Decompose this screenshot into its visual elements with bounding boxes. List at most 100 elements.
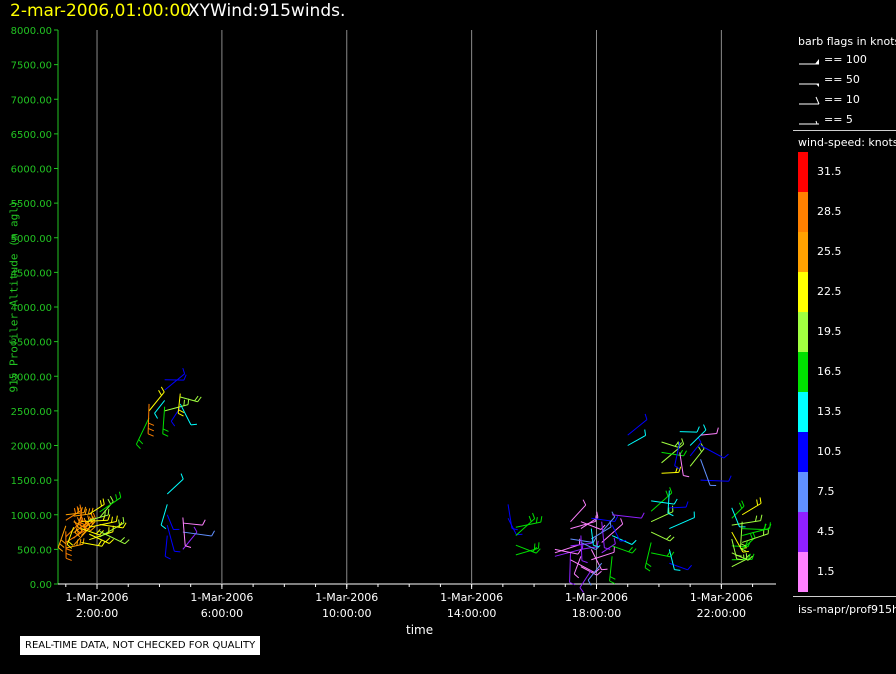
x-tick-label-time: 18:00:00 — [572, 607, 621, 620]
wind-barb-flag — [728, 475, 732, 482]
wind-barb-shaft — [135, 417, 150, 445]
wind-barb-flag — [177, 412, 184, 417]
wind-barb-shaft — [569, 552, 571, 583]
pennant-barb-icon — [799, 59, 819, 65]
wind-barb-shaft — [650, 531, 670, 542]
wind-barb-flag — [109, 495, 114, 502]
wind-barb-flag — [645, 562, 652, 567]
y-tick-label: 0.00 — [30, 580, 52, 591]
barb-legend-title: barb flags in knots — [798, 35, 896, 48]
x-tick-label-time: 10:00:00 — [322, 607, 371, 620]
barb-legend-50: == 50 — [793, 72, 896, 92]
legend-divider — [793, 130, 896, 131]
wind-barb-flag — [666, 534, 672, 540]
wind-barb-flag — [683, 450, 688, 457]
wind-barb-flag — [194, 395, 199, 402]
y-tick-label: 2000.00 — [11, 442, 52, 453]
y-tick-label: 1500.00 — [11, 476, 52, 487]
wind-barb-shaft — [601, 516, 616, 533]
wind-barb-flag — [723, 453, 729, 459]
colorbar-label: 1.5 — [817, 565, 835, 578]
legend-divider-bottom — [793, 596, 896, 597]
wind-barb-flag — [115, 515, 118, 522]
wind-barb-shaft — [669, 517, 695, 530]
y-tick-label: 6000.00 — [11, 165, 52, 176]
barb-legend-10-label: == 10 — [824, 93, 860, 106]
source-label: iss-mapr/prof915h — [798, 603, 896, 616]
wind-barb-flag — [190, 423, 197, 426]
full-barb-icon — [799, 96, 820, 105]
x-tick-label-date: 1-Mar-2006 — [315, 591, 378, 604]
wind-barb-shaft — [164, 535, 168, 557]
wind-barb-flag — [696, 426, 700, 433]
wind-barb-shaft — [57, 525, 67, 548]
barb-legend-100-label: == 100 — [824, 53, 867, 66]
wind-barb-flag — [164, 555, 171, 560]
wind-barb-flag — [108, 539, 114, 544]
wind-barb-flag — [105, 537, 111, 543]
wind-barb-flag — [631, 548, 637, 554]
legend-panel: barb flags in knots == 100 == 50 == 10 =… — [793, 30, 896, 622]
wind-barb-flag — [182, 367, 186, 374]
colorbar-label: 10.5 — [817, 445, 842, 458]
x-tick-label-date: 1-Mar-2006 — [66, 591, 129, 604]
wind-barb-flag — [601, 568, 608, 571]
wind-barb-shaft — [627, 419, 648, 436]
colorbar-swatch — [798, 312, 808, 352]
wind-barb-flag — [118, 519, 121, 526]
wind-barb-shaft — [147, 403, 150, 434]
wind-barb-flag — [160, 524, 167, 530]
x-tick-label-date: 1-Mar-2006 — [190, 591, 253, 604]
wind-barb-flag — [148, 422, 155, 426]
colorbar-label: 4.5 — [817, 525, 835, 538]
wind-barb-flag — [620, 540, 627, 542]
wind-barb-shaft — [160, 504, 168, 526]
wind-barb-flag — [540, 516, 543, 523]
wind-barb-flag — [587, 579, 592, 586]
wind-barb-shaft — [182, 531, 212, 537]
wind-barb-flag — [681, 438, 685, 445]
wind-barb-flag — [620, 518, 624, 525]
wind-barb-flag — [202, 519, 206, 526]
wind-barb-shaft — [611, 545, 633, 554]
wind-barb-flag — [211, 530, 215, 537]
barb-legend-100: == 100 — [793, 52, 896, 72]
y-tick-label: 7500.00 — [11, 61, 52, 72]
wind-barb-flag — [122, 516, 125, 524]
wind-barb-flag — [582, 499, 587, 506]
wind-barb-flag — [99, 500, 103, 507]
quality-notice: REAL-TIME DATA, NOT CHECKED FOR QUALITY — [20, 636, 261, 655]
wind-barb-flag — [183, 399, 186, 406]
wind-barb-shaft — [148, 391, 165, 412]
wind-barb-shaft — [700, 432, 717, 436]
wind-barb-flag — [174, 550, 181, 553]
wind-barb-flag — [97, 540, 102, 546]
x-tick-label-time: 2:00:00 — [76, 607, 118, 620]
wind-barb-flag — [537, 542, 540, 549]
wind-barb-flag — [147, 433, 154, 437]
wind-barb-flag — [683, 474, 690, 478]
y-tick-label: 500.00 — [17, 545, 52, 556]
wind-barb-flag — [59, 543, 65, 548]
wind-barb-flag — [760, 514, 763, 521]
wind-barb-flag — [107, 509, 110, 516]
y-tick-label: 8000.00 — [11, 26, 52, 37]
wind-barb-shaft — [741, 502, 762, 516]
wind-barb-flag — [158, 389, 162, 396]
barb-legend-5-label: == 5 — [824, 113, 853, 126]
wind-chart: 0.00500.001000.001500.002000.002500.0030… — [11, 26, 776, 620]
barb-legend-50-label: == 50 — [824, 73, 860, 86]
wind-barb-flag — [609, 576, 616, 580]
x-tick-label-date: 1-Mar-2006 — [440, 591, 503, 604]
colorbar-label: 25.5 — [817, 245, 842, 258]
y-tick-label: 6500.00 — [11, 130, 52, 141]
wind-barb-shaft — [742, 533, 769, 543]
wind-barb-flag — [613, 537, 616, 544]
wind-barb-flag — [673, 498, 678, 505]
wind-barb-flag — [65, 552, 72, 557]
wind-barb-flag — [535, 517, 538, 524]
wind-barb-flag — [170, 420, 176, 427]
y-axis-label: 915 Profiler Altitude (m agl) — [7, 200, 21, 393]
wind-barb-shaft — [99, 497, 122, 513]
wind-barb-flag — [124, 539, 130, 545]
